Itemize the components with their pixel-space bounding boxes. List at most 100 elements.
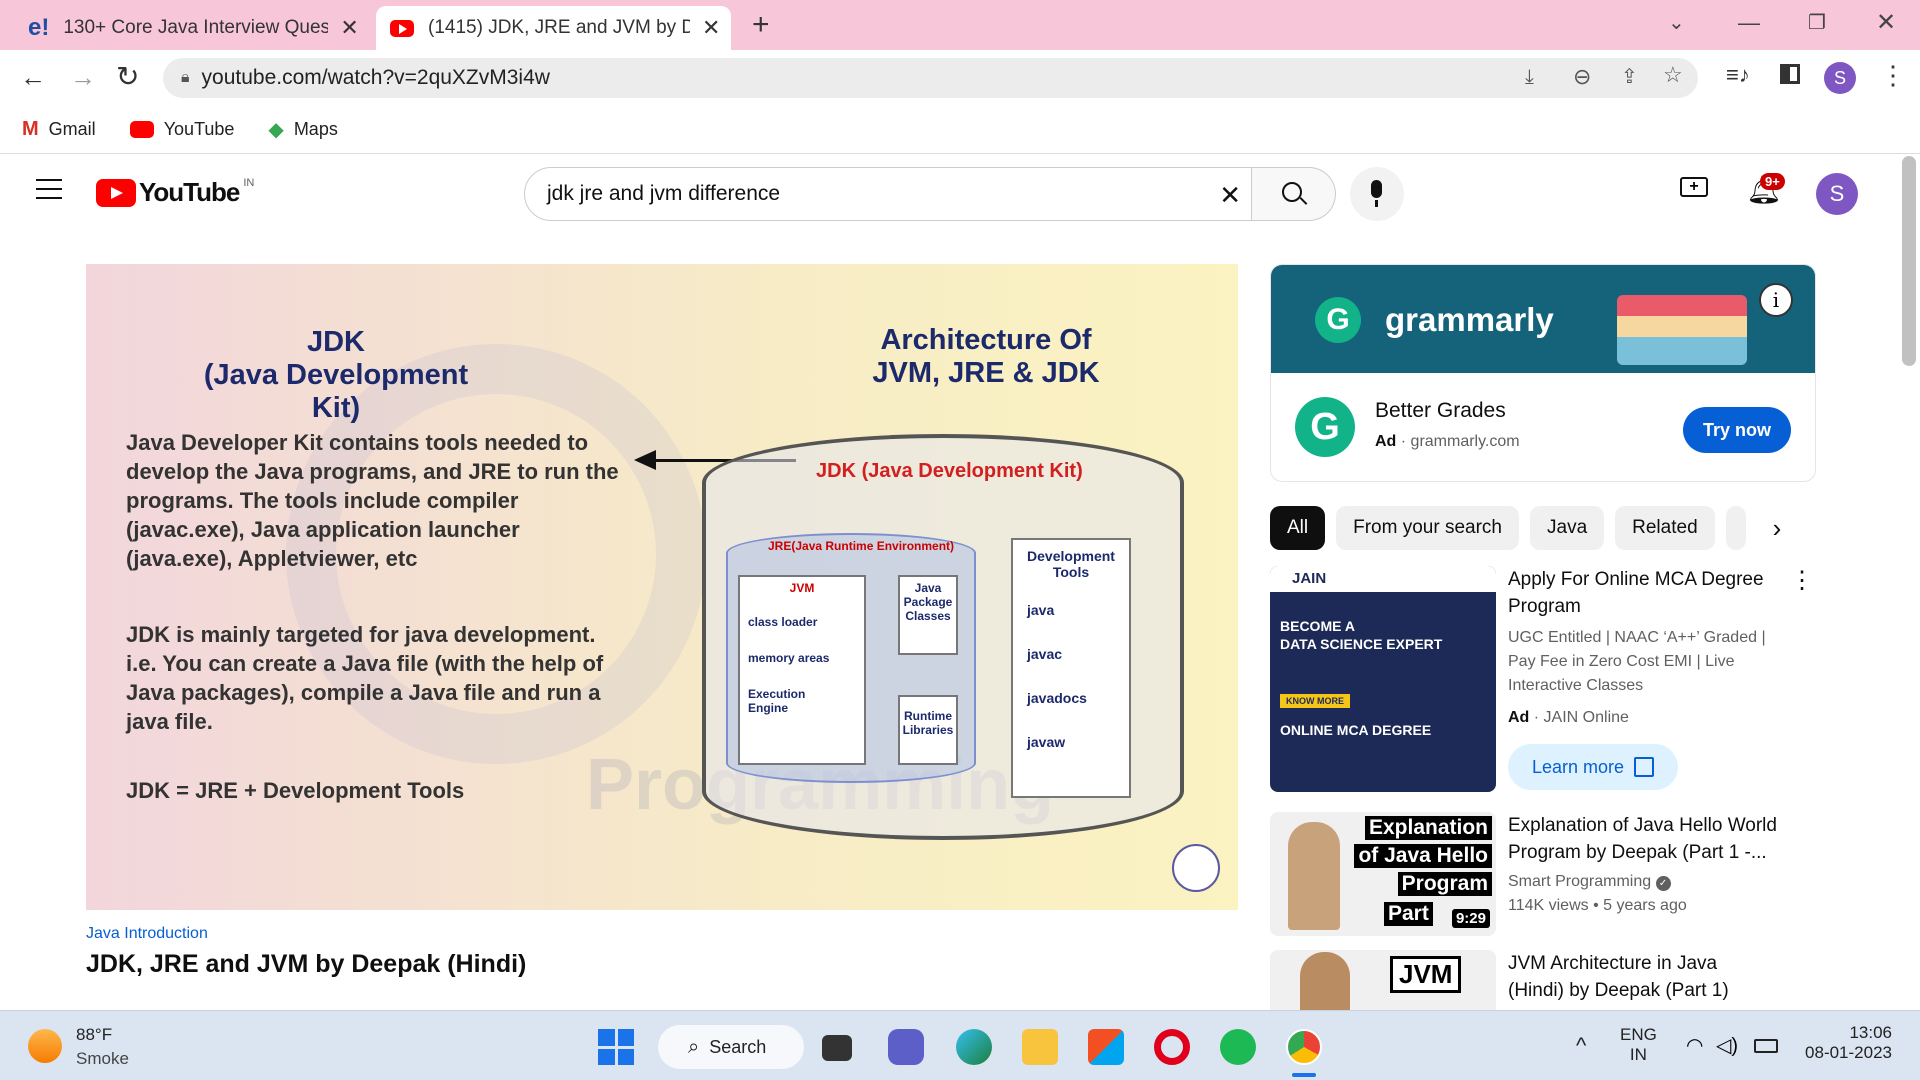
chevron-up-icon[interactable]: ^ — [1576, 1033, 1586, 1059]
address-bar[interactable]: 🔒︎ youtube.com/watch?v=2quXZvM3i4w ⤓ ⊖ ⇪… — [163, 58, 1698, 98]
video-player[interactable]: Programming JDK (Java Development Kit) A… — [86, 264, 1238, 910]
search-input[interactable]: jdk jre and jvm difference ✕ — [524, 167, 1252, 221]
tab-title: (1415) JDK, JRE and JVM by Deep — [428, 17, 690, 38]
slide-jdk-heading: JDK (Java Development Kit) — [203, 326, 469, 424]
minimize-button[interactable]: — — [1738, 10, 1760, 36]
learn-more-button[interactable]: Learn more — [1508, 744, 1678, 790]
video-info: Apply For Online MCA Degree Program UGC … — [1508, 566, 1808, 790]
filter-chips: All From your search Java Related › — [1270, 506, 1830, 550]
presenter-image — [1288, 822, 1340, 930]
forward-arrow-icon[interactable]: → — [70, 62, 96, 93]
weather-desc: Smoke — [76, 1049, 129, 1068]
reload-icon[interactable]: ↻ — [116, 60, 139, 93]
search-button[interactable] — [1252, 167, 1336, 221]
tab-java-questions[interactable]: e! 130+ Core Java Interview Questio ✕ — [28, 6, 368, 50]
duration-badge: 9:29 — [1451, 909, 1490, 928]
mic-button[interactable] — [1350, 167, 1404, 221]
opera-icon[interactable] — [1154, 1029, 1190, 1065]
account-avatar[interactable]: S — [1816, 173, 1858, 215]
zoom-icon[interactable]: ⊖ — [1573, 64, 1591, 90]
tab-youtube-video[interactable]: (1415) JDK, JRE and JVM by Deep ✕ — [376, 6, 731, 50]
windows-taskbar: 88°F Smoke ⌕ Search ^ ENG IN ◠ ◁) 13:06 … — [0, 1010, 1920, 1080]
list-item[interactable]: JVM JVM Architecture in Java (Hindi) by … — [1270, 950, 1830, 1010]
bookmark-maps[interactable]: ◆ Maps — [268, 117, 337, 142]
restore-button[interactable]: ❐ — [1808, 10, 1826, 35]
weather-icon[interactable] — [28, 1029, 62, 1063]
page-scrollbar[interactable] — [1902, 156, 1916, 366]
external-link-icon — [1634, 757, 1655, 777]
video-thumbnail[interactable]: Explanation of Java Hello Program Part 9… — [1270, 812, 1496, 936]
file-explorer-icon[interactable] — [1022, 1029, 1058, 1065]
list-item[interactable]: Explanation of Java Hello Program Part 9… — [1270, 812, 1830, 938]
bookmarks-bar: M Gmail YouTube ◆ Maps — [0, 106, 1920, 154]
more-options-icon[interactable]: ⋮ — [1790, 566, 1814, 595]
clock[interactable]: 13:06 08-01-2023 — [1800, 1023, 1892, 1063]
runtime-libraries-box: Runtime Libraries — [898, 695, 958, 765]
close-icon[interactable]: ✕ — [702, 15, 720, 41]
video-thumbnail[interactable]: JAIN BECOME A DATA SCIENCE EXPERT KNOW M… — [1270, 566, 1496, 792]
taskbar-search[interactable]: ⌕ Search — [658, 1025, 804, 1069]
close-window-button[interactable]: ✕ — [1876, 8, 1896, 37]
jdk-label: JDK (Java Development Kit) — [816, 460, 1083, 482]
close-icon[interactable]: ✕ — [340, 15, 358, 41]
playlist-link[interactable]: Java Introduction — [86, 925, 208, 943]
info-icon[interactable]: i — [1759, 283, 1793, 317]
chip-partial[interactable] — [1725, 506, 1746, 550]
video-stats: 114K views • 5 years ago — [1508, 897, 1687, 914]
share-icon[interactable]: ⇪ — [1621, 64, 1638, 89]
dev-tools-box: Development Tools java javac javadocs ja… — [1011, 538, 1131, 798]
battery-icon[interactable] — [1754, 1039, 1778, 1053]
chip-related[interactable]: Related — [1615, 506, 1715, 550]
tab-favicon: e! — [28, 14, 50, 41]
task-view-icon[interactable] — [822, 1035, 852, 1061]
edge-icon[interactable] — [956, 1029, 992, 1065]
slide-para-2: JDK is mainly targeted for java developm… — [126, 622, 604, 734]
sidepanel-icon[interactable] — [1780, 64, 1800, 84]
create-video-icon[interactable]: + — [1680, 177, 1708, 197]
hamburger-menu-icon[interactable] — [36, 179, 62, 199]
video-title[interactable]: JVM Architecture in Java (Hindi) by Deep… — [1508, 950, 1768, 1004]
sp-logo — [1172, 844, 1220, 892]
star-icon[interactable]: ☆ — [1663, 62, 1683, 88]
video-info: JVM Architecture in Java (Hindi) by Deep… — [1508, 950, 1808, 1004]
youtube-icon — [129, 121, 154, 138]
new-tab-button[interactable]: + — [752, 8, 770, 42]
install-icon[interactable]: ⤓ — [1525, 66, 1534, 89]
search-icon: ⌕ — [688, 1035, 700, 1058]
video-thumbnail[interactable]: JVM — [1270, 950, 1496, 1010]
ad-meta: Ad · JAIN Online — [1508, 709, 1629, 726]
menu-icon[interactable]: ⋮ — [1880, 60, 1906, 91]
channel-name[interactable]: Smart Programming ✓ — [1508, 870, 1808, 894]
chevron-right-icon[interactable]: › — [1773, 513, 1782, 544]
chip-all[interactable]: All — [1270, 506, 1326, 550]
language-indicator[interactable]: ENG IN — [1620, 1025, 1657, 1065]
sponsored-ad[interactable]: G grammarly i G Better Grades Ad · gramm… — [1270, 264, 1816, 482]
bookmark-youtube[interactable]: YouTube — [129, 119, 234, 140]
microsoft-store-icon[interactable] — [1088, 1029, 1124, 1065]
try-now-button[interactable]: Try now — [1683, 407, 1791, 453]
lock-icon: 🔒︎ — [181, 69, 190, 86]
wifi-icon[interactable]: ◠ — [1686, 1033, 1703, 1058]
video-title[interactable]: Apply For Online MCA Degree Program — [1508, 566, 1778, 620]
active-app-indicator — [1292, 1073, 1316, 1077]
jvm-box: JVM class loader memory areas Execution … — [738, 575, 866, 765]
media-icon[interactable]: ≡♪ — [1726, 62, 1750, 88]
chrome-icon[interactable] — [1286, 1029, 1322, 1065]
youtube-logo[interactable]: YouTube IN — [96, 177, 254, 208]
profile-avatar[interactable]: S — [1824, 62, 1856, 94]
clear-search-icon[interactable]: ✕ — [1219, 180, 1241, 211]
ad-description: UGC Entitled | NAAC ‘A++’ Graded | Pay F… — [1508, 629, 1766, 694]
list-item[interactable]: JAIN BECOME A DATA SCIENCE EXPERT KNOW M… — [1270, 566, 1830, 794]
chip-from-your-search[interactable]: From your search — [1336, 506, 1519, 550]
volume-icon[interactable]: ◁) — [1716, 1033, 1738, 1058]
jdk-cylinder: JDK (Java Development Kit) JRE(Java Runt… — [702, 434, 1184, 840]
chip-java[interactable]: Java — [1530, 506, 1605, 550]
back-arrow-icon[interactable]: ← — [20, 62, 46, 93]
spotify-icon[interactable] — [1220, 1029, 1256, 1065]
start-button[interactable] — [598, 1029, 634, 1065]
teams-chat-icon[interactable] — [888, 1029, 924, 1065]
tab-search-icon[interactable]: ⌄ — [1668, 10, 1685, 35]
bookmark-gmail[interactable]: M Gmail — [22, 118, 96, 141]
video-title[interactable]: Explanation of Java Hello World Program … — [1508, 812, 1798, 866]
ad-banner[interactable]: G grammarly i — [1271, 265, 1815, 373]
